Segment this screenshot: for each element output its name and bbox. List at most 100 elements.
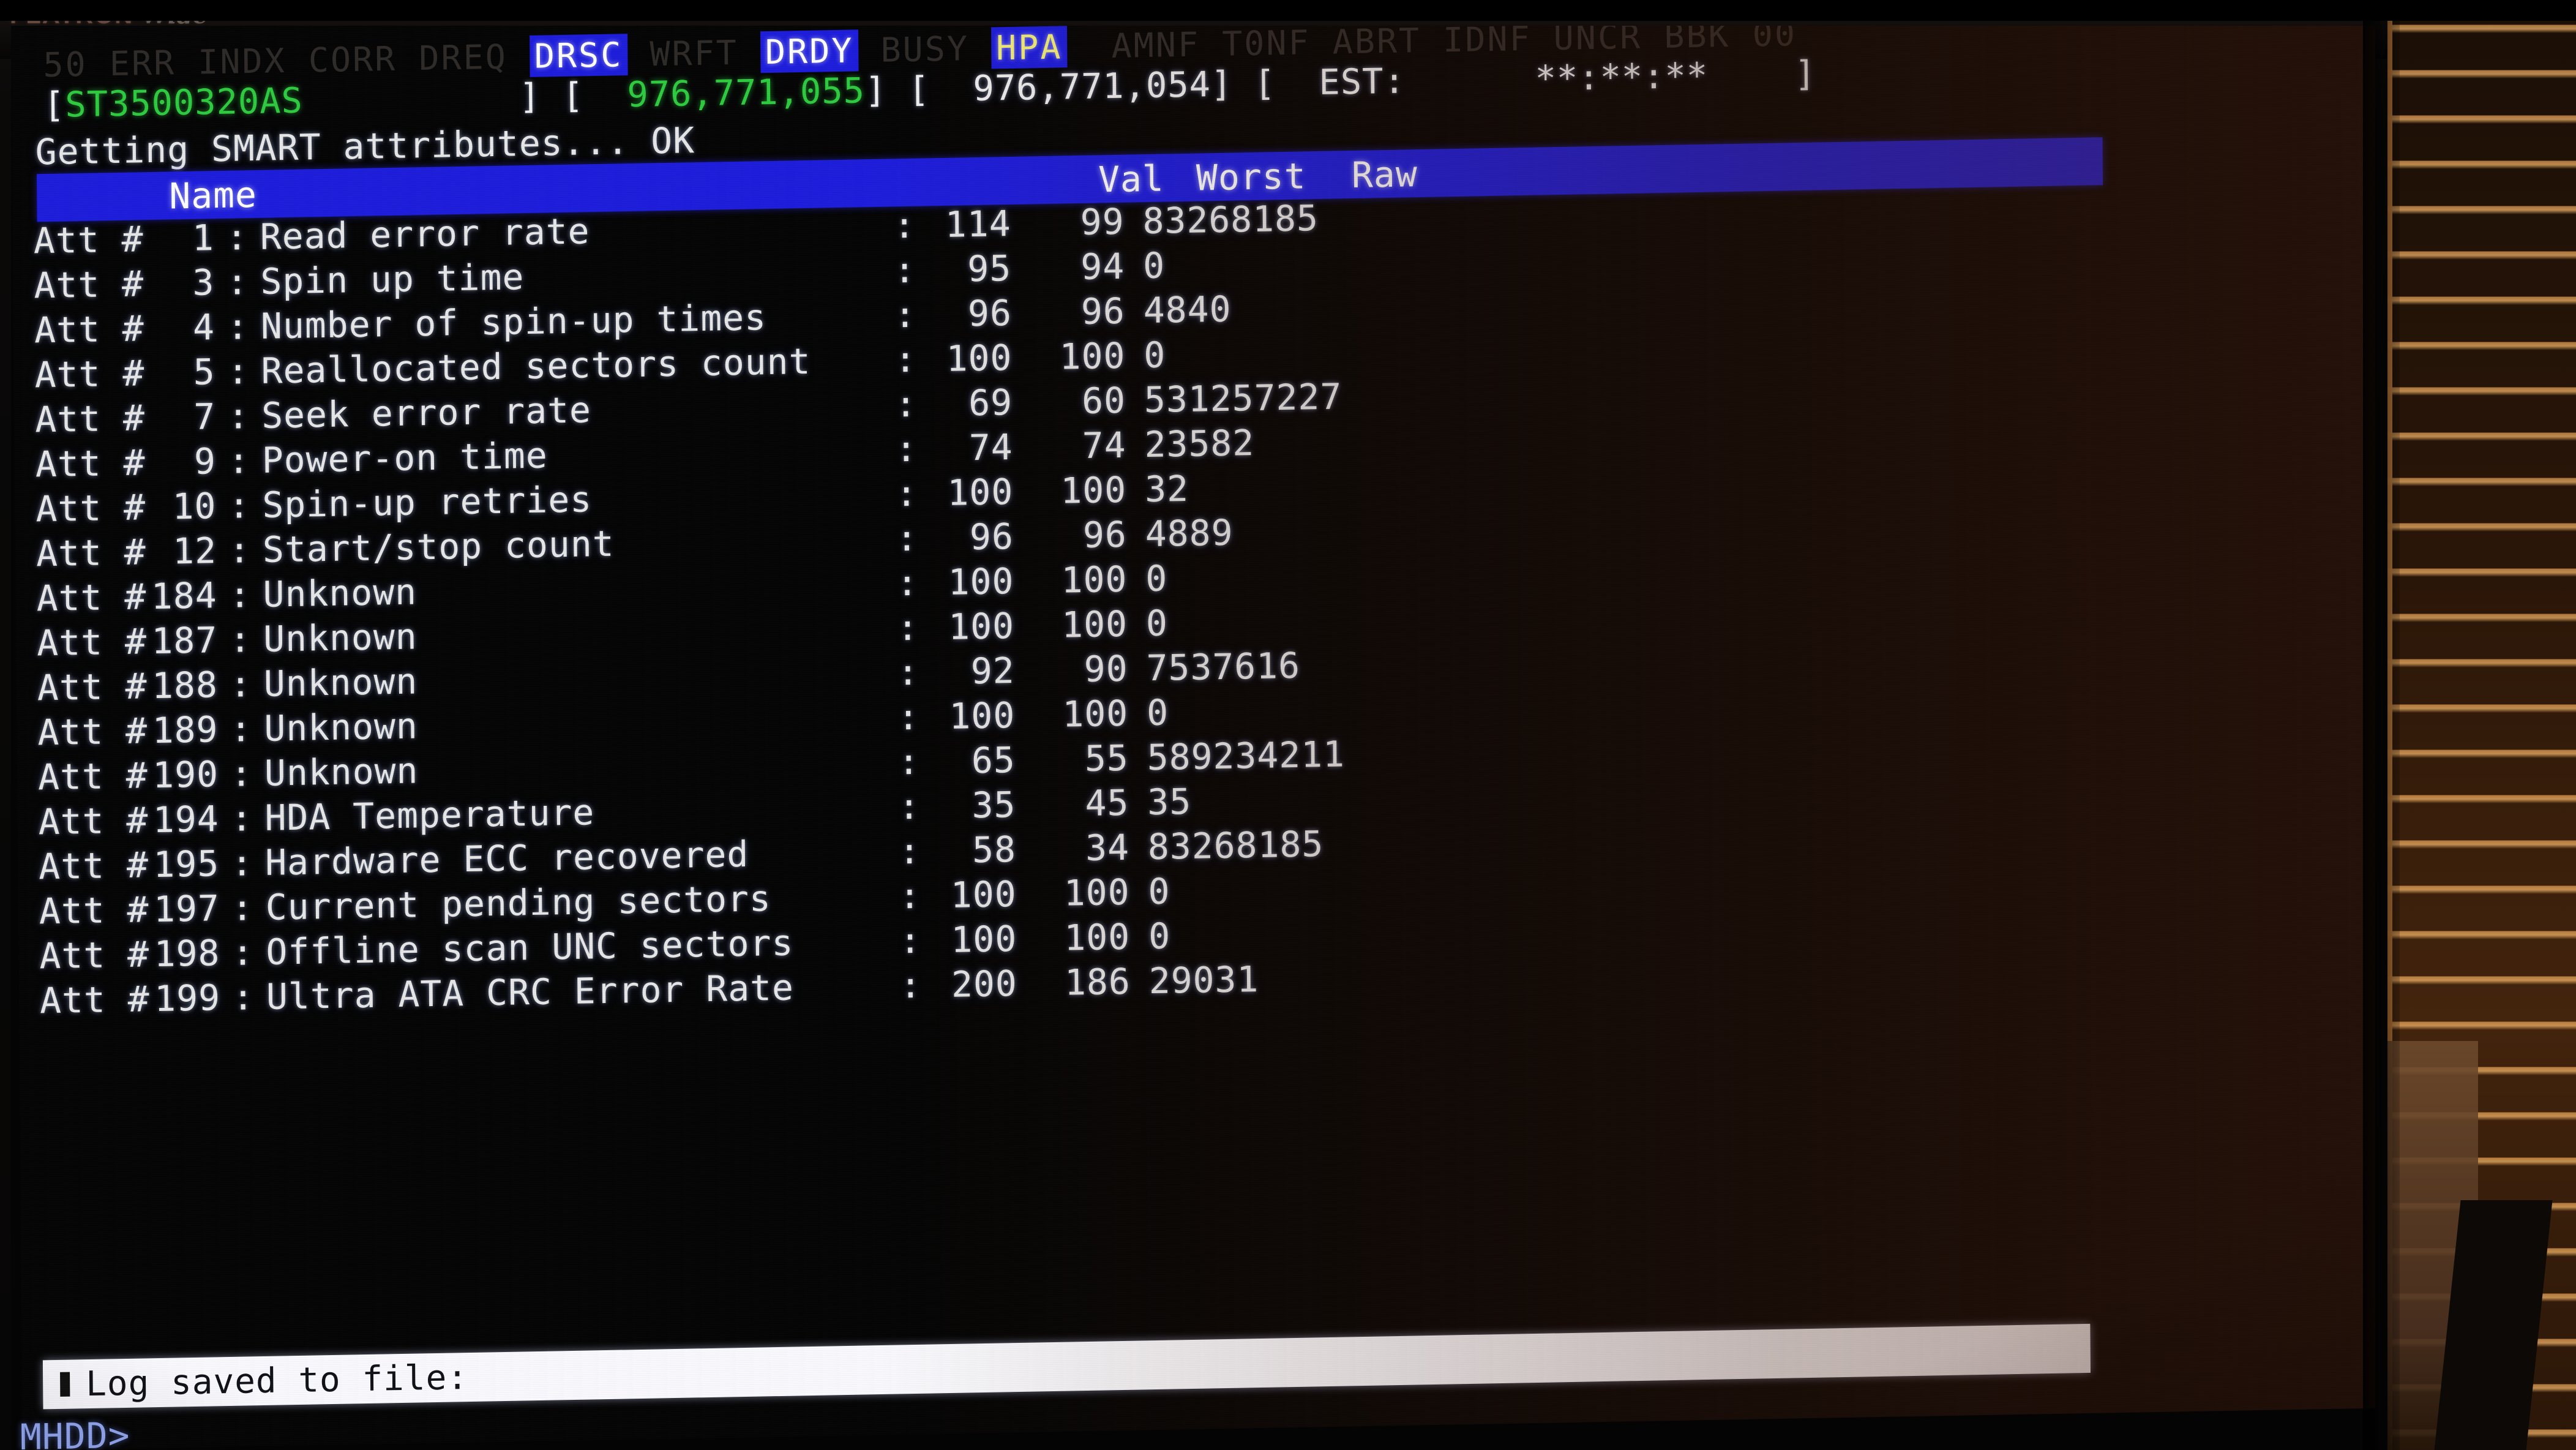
attribute-worst: 100 [1060, 468, 1127, 512]
attribute-colon: : [228, 574, 252, 616]
attribute-raw: 0 [1145, 557, 1168, 600]
attribute-raw: 32 [1144, 467, 1189, 511]
attribute-label: Att # [37, 754, 148, 798]
attribute-value: 200 [951, 962, 1018, 1005]
attribute-label: Att # [37, 665, 148, 709]
photographed-monitor: FLATRONWide monitor TV HD ready 50 ERR I… [0, 0, 2576, 1450]
column-header-worst: Worst [1196, 155, 1306, 199]
attribute-id: 194 [152, 798, 219, 841]
attribute-value: 69 [968, 381, 1013, 424]
attribute-value: 100 [951, 917, 1017, 961]
attribute-separator: : [897, 651, 919, 694]
attribute-separator: : [893, 204, 916, 247]
est-pad-3 [1708, 54, 1795, 96]
est-bracket-close: ] [1794, 53, 1817, 95]
attribute-separator: : [896, 562, 919, 604]
attribute-worst: 99 [1080, 200, 1125, 243]
attribute-id: 12 [172, 530, 217, 573]
status-flag-hpa: HPA [990, 26, 1068, 69]
smart-attributes-table: Att #1: Read error rate:114 99 83268185 Att … [34, 194, 1412, 1023]
attribute-raw: 23582 [1144, 421, 1255, 466]
attribute-colon: : [228, 529, 251, 571]
attribute-id: 7 [193, 396, 216, 438]
flag-gap-5 [969, 29, 992, 69]
flag-gap-1 [507, 37, 530, 77]
attribute-raw: 0 [1144, 334, 1166, 377]
status-flag-drsc: DRSC [529, 34, 628, 77]
attribute-worst: 34 [1085, 826, 1130, 869]
est-bracket-open: ] [ [1210, 63, 1276, 105]
attribute-label: Att # [39, 978, 150, 1022]
attribute-raw: 35 [1147, 780, 1192, 824]
attribute-colon: : [230, 663, 252, 705]
attribute-id: 199 [154, 977, 221, 1020]
attribute-value: 100 [950, 873, 1017, 916]
status-flag-wrft: WRFT [650, 32, 739, 74]
attribute-id: 198 [154, 932, 220, 975]
attribute-worst: 100 [1064, 915, 1131, 959]
attribute-colon: : [228, 440, 250, 482]
attribute-separator: : [898, 785, 921, 828]
attribute-label: Att # [34, 307, 144, 351]
attribute-colon: : [230, 753, 253, 795]
attribute-colon: : [227, 395, 250, 437]
attribute-label: Att # [36, 531, 146, 575]
attribute-colon: : [227, 350, 250, 393]
attribute-raw: 29031 [1148, 958, 1259, 1002]
est-label: EST: [1319, 61, 1406, 103]
attribute-id: 189 [152, 708, 219, 752]
attribute-value: 96 [967, 291, 1013, 335]
attribute-value: 100 [949, 694, 1016, 737]
bezel-right-edge [2363, 0, 2400, 1450]
attribute-worst: 100 [1063, 871, 1130, 914]
attribute-worst: 94 [1080, 245, 1125, 288]
attribute-id: 5 [193, 351, 215, 393]
flag-gap-6 [1067, 26, 1112, 66]
attribute-value: 95 [967, 247, 1012, 290]
top-dark-edge [0, 0, 2576, 21]
attribute-raw: 0 [1145, 602, 1169, 645]
attribute-label: Att # [33, 218, 144, 262]
attribute-worst: 74 [1082, 424, 1126, 467]
attribute-colon: : [229, 618, 252, 661]
attribute-colon: : [232, 976, 255, 1018]
column-header-name: Name [169, 173, 258, 217]
attribute-label: Att # [36, 576, 147, 620]
attribute-colon: : [228, 484, 251, 527]
attribute-raw: 4889 [1145, 511, 1234, 555]
attribute-value: 100 [947, 470, 1014, 514]
column-header-raw: Raw [1351, 153, 1418, 197]
attribute-value: 92 [970, 649, 1015, 693]
attribute-id: 197 [153, 887, 220, 931]
attribute-label: Att # [34, 397, 146, 441]
mhdd-prompt[interactable]: MHDD> [20, 1413, 130, 1450]
cursor-block-icon [60, 1372, 70, 1397]
attribute-label: Att # [39, 933, 150, 977]
attribute-id: 1 [192, 217, 215, 259]
est-pad-2 [1406, 59, 1535, 102]
attribute-raw: 531257227 [1144, 375, 1342, 421]
attribute-value: 100 [946, 336, 1013, 380]
attribute-worst: 100 [1062, 692, 1129, 735]
attribute-label: Att # [38, 799, 149, 843]
status-flag-drdy: DRDY [760, 29, 859, 73]
attribute-separator: : [899, 919, 922, 962]
attribute-worst: 100 [1061, 603, 1128, 646]
attribute-worst: 100 [1059, 334, 1126, 378]
attribute-label: Att # [38, 844, 149, 888]
flag-gap-4 [858, 31, 881, 70]
attribute-id: 188 [151, 664, 219, 707]
attribute-raw: 7537616 [1146, 644, 1301, 689]
attribute-label: Att # [36, 486, 146, 530]
attribute-colon: : [231, 887, 254, 929]
status-flag-busy: BUSY [880, 29, 970, 70]
mhdd-console: 50 ERR INDX CORR DREQ DRSC WRFT DRDY BUS… [11, 26, 2375, 1450]
log-status-bar: Log saved to file: [42, 1323, 2091, 1410]
attribute-worst: 45 [1085, 781, 1129, 824]
lba-bracket-mid: ] [ [864, 69, 930, 111]
attribute-id: 195 [153, 843, 220, 886]
attribute-value: 100 [948, 560, 1014, 603]
attribute-label: Att # [34, 263, 144, 307]
attribute-separator: : [893, 249, 916, 291]
attribute-colon: : [226, 261, 249, 303]
